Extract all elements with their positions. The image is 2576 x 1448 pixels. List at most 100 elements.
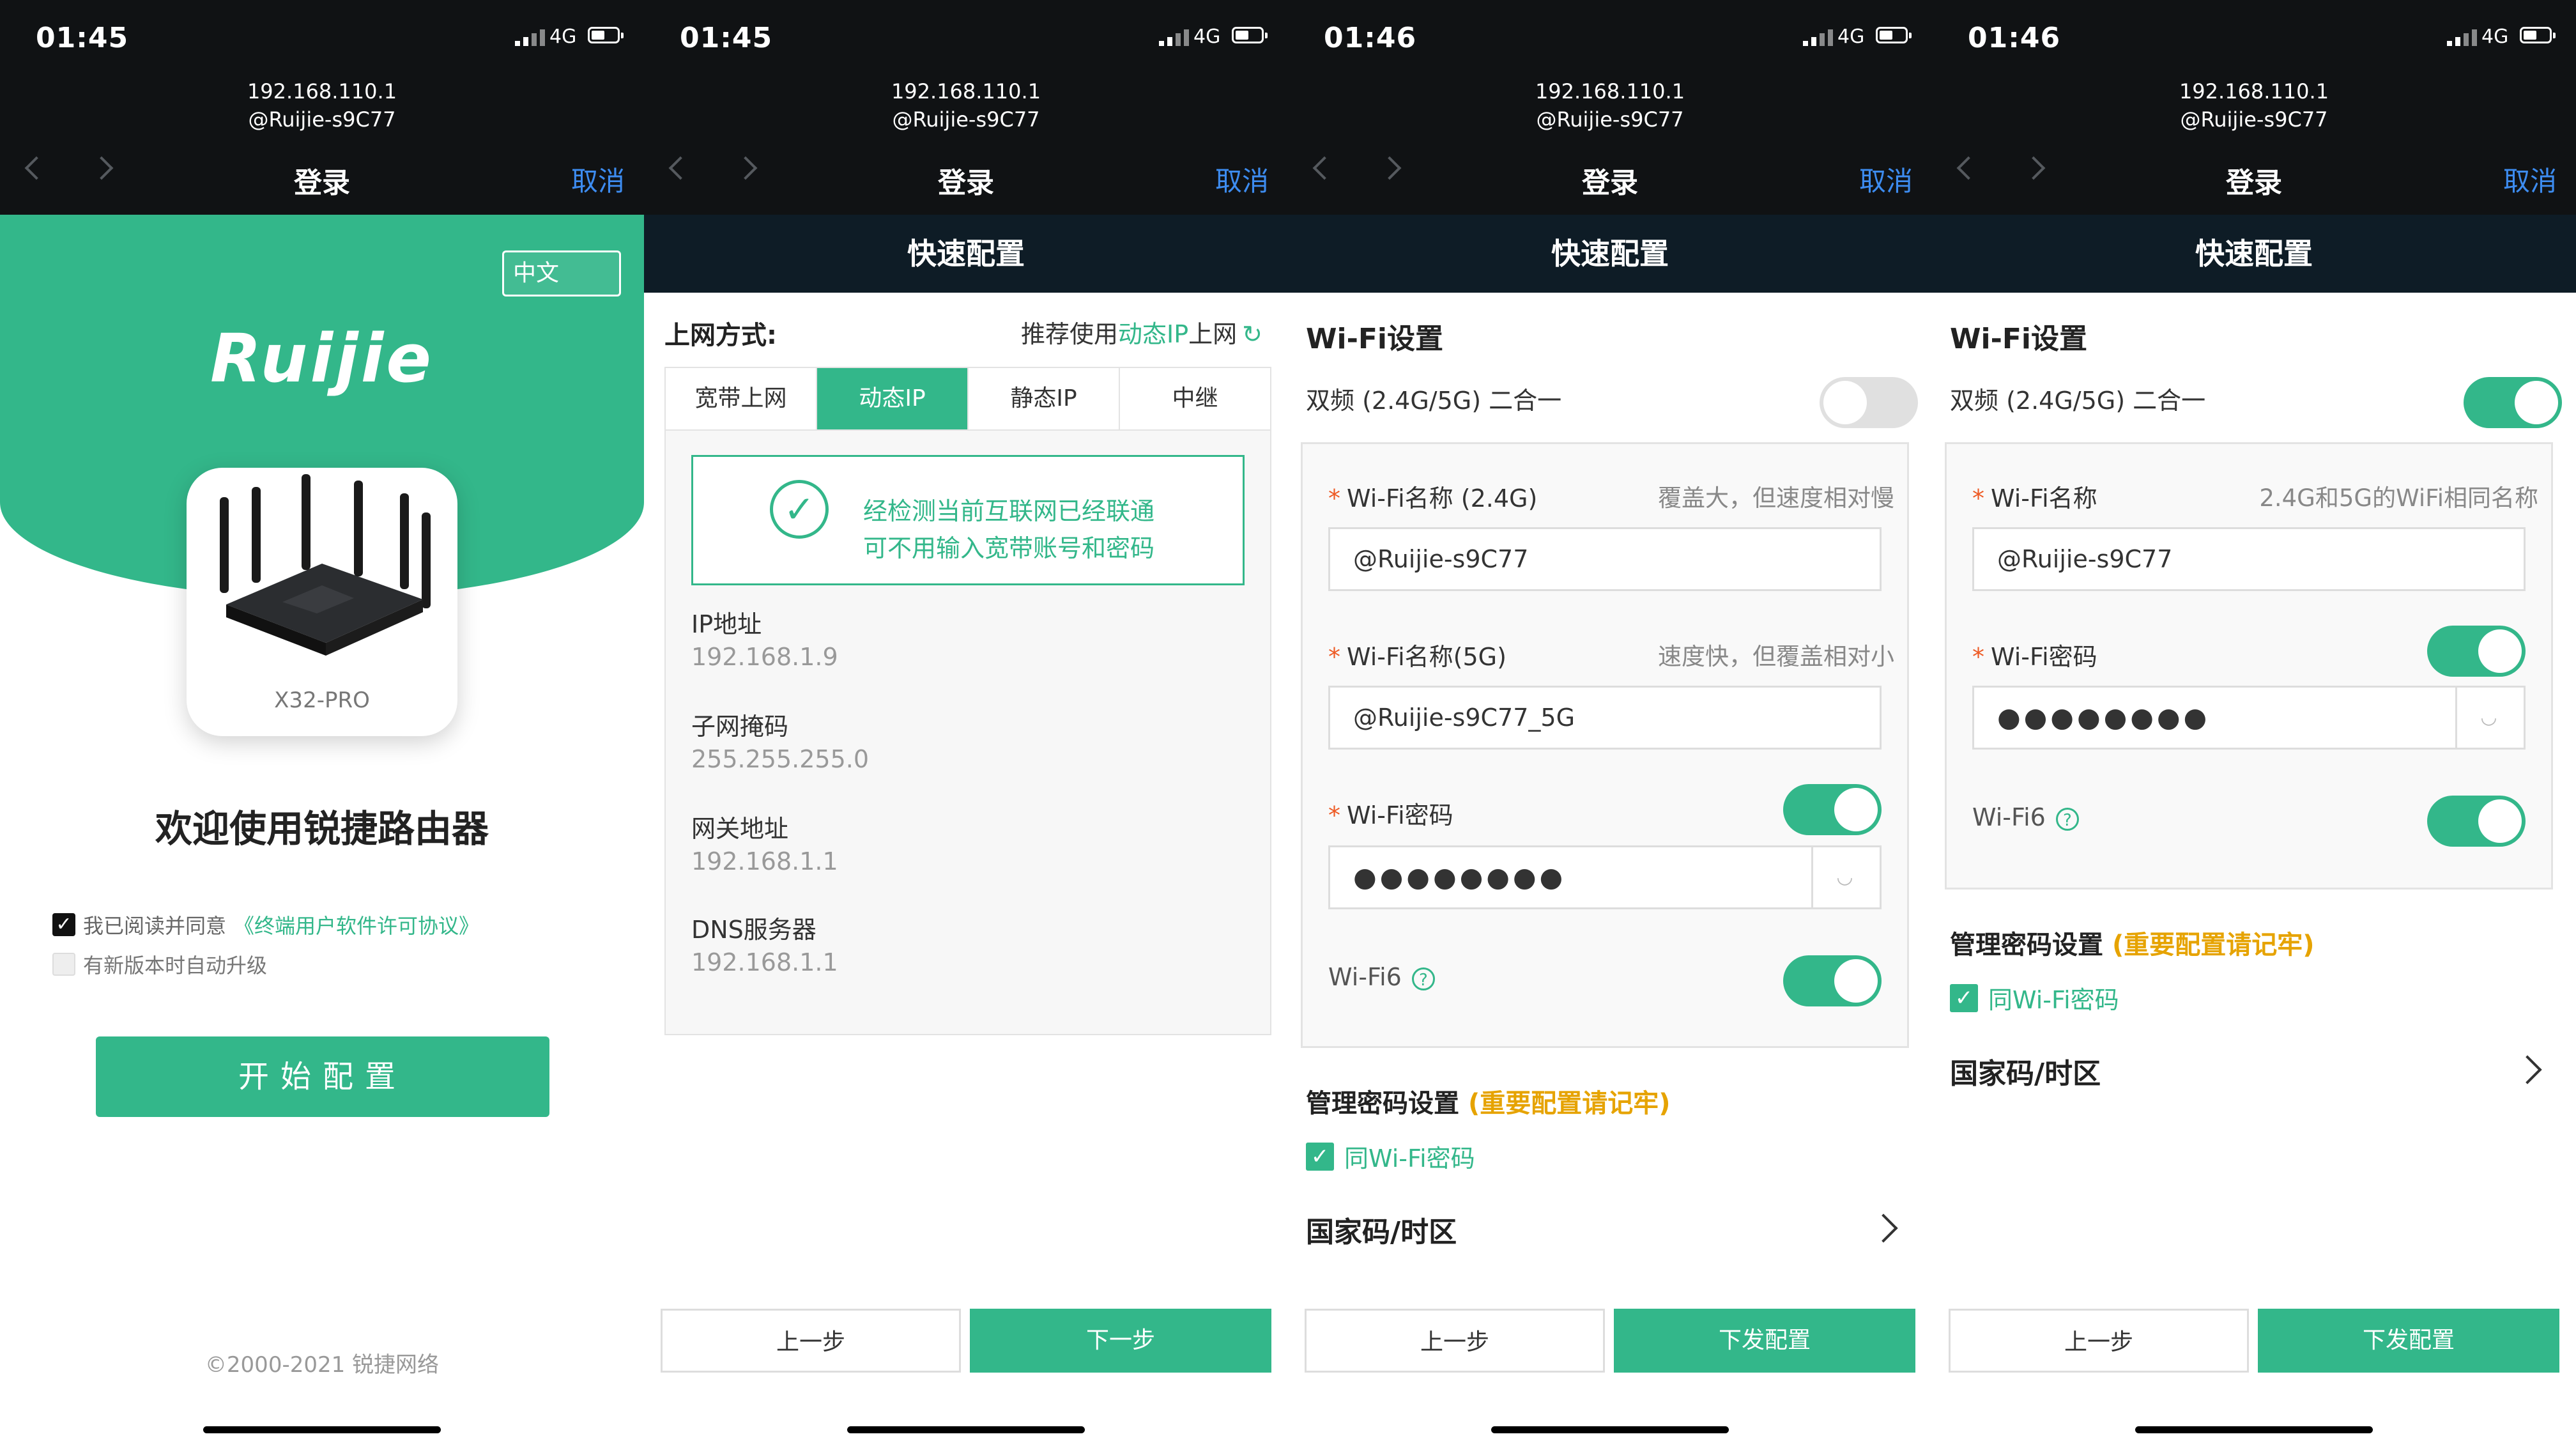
apply-config-button[interactable]: 下发配置	[2258, 1309, 2559, 1373]
ssid24-label: * Wi-Fi名称 (2.4G)	[1328, 484, 1538, 512]
same-as-wifi-checkbox[interactable]: ✓	[1950, 983, 1978, 1012]
eye-closed-icon[interactable]: ◡	[2455, 688, 2524, 748]
prev-button[interactable]: 上一步	[1949, 1309, 2249, 1373]
password-dots: ●●●●●●●●	[1997, 702, 2211, 733]
ssid5-hint: 速度快，但覆盖相对小	[1658, 643, 1894, 670]
ruijie-logo: Ruijie	[210, 320, 434, 397]
network-type: 4G	[2481, 26, 2509, 48]
wifi-password-input[interactable]: ●●●●●●●● ◡	[1328, 845, 1882, 909]
auto-upgrade-row[interactable]: 有新版本时自动升级	[52, 950, 267, 979]
check-circle-icon: ✓	[770, 480, 829, 539]
prev-button[interactable]: 上一步	[661, 1309, 961, 1373]
network-type: 4G	[1193, 26, 1221, 48]
network-type: 4G	[549, 26, 577, 48]
cancel-link[interactable]: 取消	[1859, 160, 1913, 199]
dual-band-toggle[interactable]	[2464, 377, 2562, 428]
wifi6-toggle[interactable]	[2427, 796, 2526, 847]
screen-internet-mode: 01:45 4G 192.168.110.1 @Ruijie-s9C77 登录 …	[644, 0, 1288, 1448]
status-time: 01:46	[1968, 22, 2061, 54]
ssid-label: * Wi-Fi名称	[1972, 484, 2097, 512]
start-config-button[interactable]: 开始配置	[96, 1036, 549, 1117]
same-as-wifi-row[interactable]: ✓ 同Wi-Fi密码	[1950, 980, 2119, 1015]
same-as-wifi-checkbox[interactable]: ✓	[1306, 1142, 1334, 1171]
country-timezone-item[interactable]: 国家码/时区	[1950, 1051, 2101, 1091]
browser-top-bar: 01:46 4G 192.168.110.1 @Ruijie-s9C77 登录 …	[1288, 0, 1932, 215]
tab-pppoe[interactable]: 宽带上网	[666, 368, 817, 429]
agree-checkbox[interactable]: ✓	[52, 913, 75, 936]
dns-label: DNS服务器	[691, 916, 816, 944]
auto-upgrade-label: 有新版本时自动升级	[83, 953, 268, 978]
wifi-password-toggle[interactable]	[1783, 784, 1882, 835]
copyright: ©2000-2021 锐捷网络	[204, 1352, 440, 1378]
gateway-value: 192.168.1.1	[691, 847, 838, 875]
home-indicator	[2135, 1426, 2373, 1433]
status-time: 01:46	[1324, 22, 1417, 54]
mask-value: 255.255.255.0	[691, 745, 870, 773]
signal-icon	[515, 27, 545, 46]
battery-icon	[588, 27, 624, 43]
nav-title: 登录	[938, 167, 994, 199]
next-button[interactable]: 下一步	[970, 1309, 1271, 1373]
auto-upgrade-checkbox[interactable]	[52, 953, 75, 976]
cancel-link[interactable]: 取消	[571, 160, 625, 199]
wifi-password-label-text: Wi-Fi密码	[1347, 801, 1453, 829]
help-icon[interactable]: ?	[1411, 967, 1435, 990]
recommendation: 推荐使用动态IP上网 ↻	[1021, 314, 1262, 350]
battery-icon	[1232, 27, 1268, 43]
tab-static-ip[interactable]: 静态IP	[969, 368, 1120, 429]
eye-closed-icon[interactable]: ◡	[1811, 847, 1880, 907]
nav-title: 登录	[2226, 167, 2282, 199]
language-select[interactable]: 中文	[502, 250, 621, 297]
apply-config-button[interactable]: 下发配置	[1614, 1309, 1915, 1373]
admin-password-setting: 管理密码设置 (重要配置请记牢)	[1950, 924, 2315, 961]
signal-icon	[1803, 27, 1833, 46]
browser-top-bar: 01:46 4G 192.168.110.1 @Ruijie-s9C77 登录 …	[1932, 0, 2576, 215]
wifi6-label-text: Wi-Fi6	[1972, 803, 2046, 831]
refresh-icon[interactable]: ↻	[1242, 320, 1262, 348]
wifi6-toggle[interactable]	[1783, 955, 1882, 1006]
password-dots: ●●●●●●●●	[1353, 861, 1567, 893]
wifi-password-label-text: Wi-Fi密码	[1991, 643, 2097, 671]
wifi-password-label: * Wi-Fi密码	[1972, 643, 2097, 671]
chevron-right-icon[interactable]	[1869, 1213, 1898, 1243]
recommend-link[interactable]: 动态IP	[1118, 320, 1188, 348]
help-icon[interactable]: ?	[2055, 808, 2079, 831]
tab-dhcp[interactable]: 动态IP	[817, 368, 969, 429]
nav-title: 登录	[1582, 167, 1638, 199]
ssid-hint: 2.4G和5G的WiFi相同名称	[2259, 484, 2538, 512]
agreement-row[interactable]: ✓ 我已阅读并同意 《终端用户软件许可协议》	[52, 910, 479, 939]
mask-label: 子网掩码	[691, 712, 789, 741]
recommend-prefix: 推荐使用	[1021, 320, 1119, 348]
cancel-link[interactable]: 取消	[2503, 160, 2557, 199]
chevron-right-icon[interactable]	[2513, 1055, 2542, 1084]
license-link[interactable]: 《终端用户软件许可协议》	[234, 910, 479, 939]
wifi-password-toggle[interactable]	[2427, 626, 2526, 677]
home-indicator	[1491, 1426, 1729, 1433]
screen-wifi-dual: 01:46 4G 192.168.110.1 @Ruijie-s9C77 登录 …	[1932, 0, 2576, 1448]
admin-password-label: 管理密码设置	[1306, 1089, 1459, 1118]
home-indicator	[203, 1426, 441, 1433]
wifi-password-input[interactable]: ●●●●●●●● ◡	[1972, 686, 2526, 750]
ip-label: IP地址	[691, 610, 762, 638]
ip-value: 192.168.1.9	[691, 643, 838, 671]
same-as-wifi-row[interactable]: ✓ 同Wi-Fi密码	[1306, 1139, 1475, 1174]
cancel-link[interactable]: 取消	[1215, 160, 1269, 199]
agree-text: 我已阅读并同意	[83, 914, 227, 938]
wifi-password-label: * Wi-Fi密码	[1328, 801, 1453, 829]
ssid24-input[interactable]: @Ruijie-s9C77	[1328, 527, 1882, 591]
ssid5-input[interactable]: @Ruijie-s9C77_5G	[1328, 686, 1882, 750]
screen-wifi-separate: 01:46 4G 192.168.110.1 @Ruijie-s9C77 登录 …	[1288, 0, 1932, 1448]
country-timezone-item[interactable]: 国家码/时区	[1306, 1209, 1457, 1250]
screen-welcome: 01:45 4G 192.168.110.1 @Ruijie-s9C77 登录 …	[0, 0, 644, 1448]
tab-repeater[interactable]: 中继	[1120, 368, 1270, 429]
prev-button[interactable]: 上一步	[1305, 1309, 1605, 1373]
dual-band-label: 双频 (2.4G/5G) 二合一	[1950, 387, 2206, 415]
ssid-input[interactable]: @Ruijie-s9C77	[1972, 527, 2526, 591]
dual-band-toggle[interactable]	[1820, 377, 1918, 428]
router-card: X32-PRO	[187, 468, 457, 736]
same-as-wifi-label: 同Wi-Fi密码	[1344, 1144, 1475, 1173]
url-host: 192.168.110.1	[1535, 79, 1685, 104]
status-time: 01:45	[680, 22, 773, 54]
dns-value: 192.168.1.1	[691, 948, 838, 976]
network-type: 4G	[1837, 26, 1865, 48]
